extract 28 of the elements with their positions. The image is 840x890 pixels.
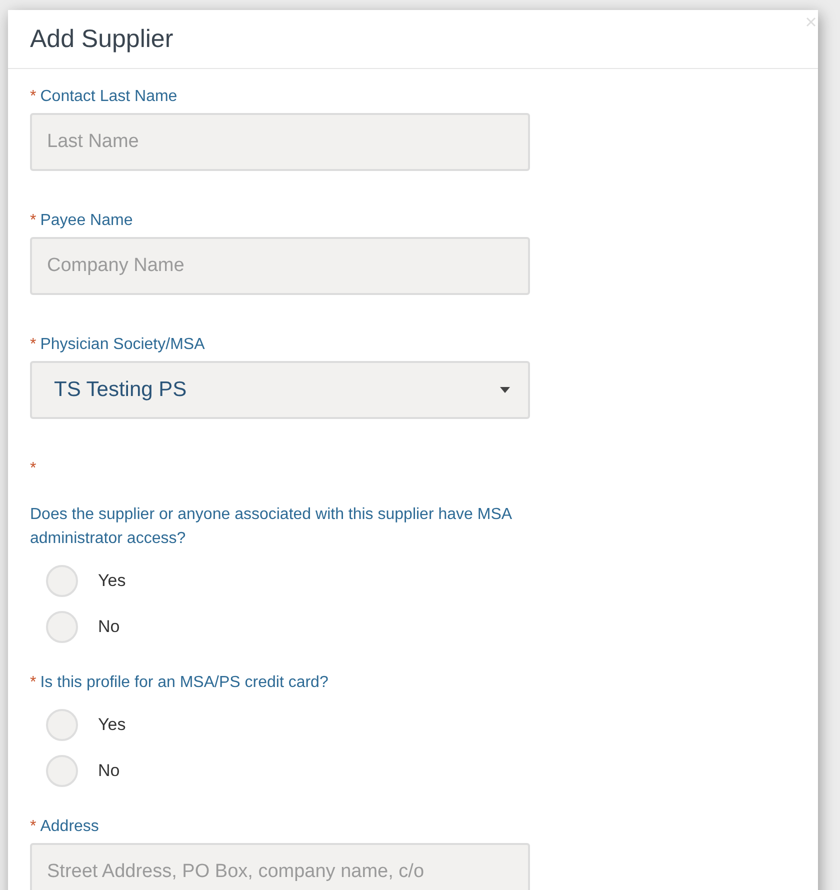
- radio-button[interactable]: [46, 709, 78, 741]
- option-label: No: [98, 761, 120, 781]
- field-label: Contact Last Name: [40, 88, 178, 105]
- required-marker: *: [30, 212, 36, 229]
- dialog-title: Add Supplier: [30, 24, 174, 54]
- required-marker: *: [30, 460, 36, 477]
- close-icon[interactable]: [806, 16, 816, 28]
- field-label: Payee Name: [40, 212, 133, 229]
- required-marker: *: [30, 88, 36, 105]
- text-field[interactable]: Street Address, PO Box, company name, c/o: [30, 843, 530, 890]
- field-label: Physician Society/MSA: [40, 336, 205, 353]
- text-field[interactable]: Last Name: [30, 113, 530, 171]
- required-marker: *: [30, 818, 36, 835]
- caret-icon: [500, 387, 510, 393]
- field-label: Address: [40, 818, 99, 835]
- required-marker: *: [30, 336, 36, 353]
- radio-button[interactable]: [46, 611, 78, 643]
- radio-button[interactable]: [46, 755, 78, 787]
- option-label: No: [98, 617, 120, 637]
- option-label: Yes: [98, 715, 126, 735]
- text-field[interactable]: Company Name: [30, 237, 530, 295]
- dropdown[interactable]: TS Testing PS: [30, 361, 530, 419]
- required-marker: *: [30, 674, 36, 691]
- dropdown-value: TS Testing PS: [54, 378, 187, 402]
- option-label: Yes: [98, 571, 126, 591]
- radio-button[interactable]: [46, 565, 78, 597]
- field-label: Does the supplier or anyone associated with this supplier have MSA administrator access?: [30, 506, 512, 547]
- field-label: Is this profile for an MSA/PS credit card?: [40, 674, 328, 691]
